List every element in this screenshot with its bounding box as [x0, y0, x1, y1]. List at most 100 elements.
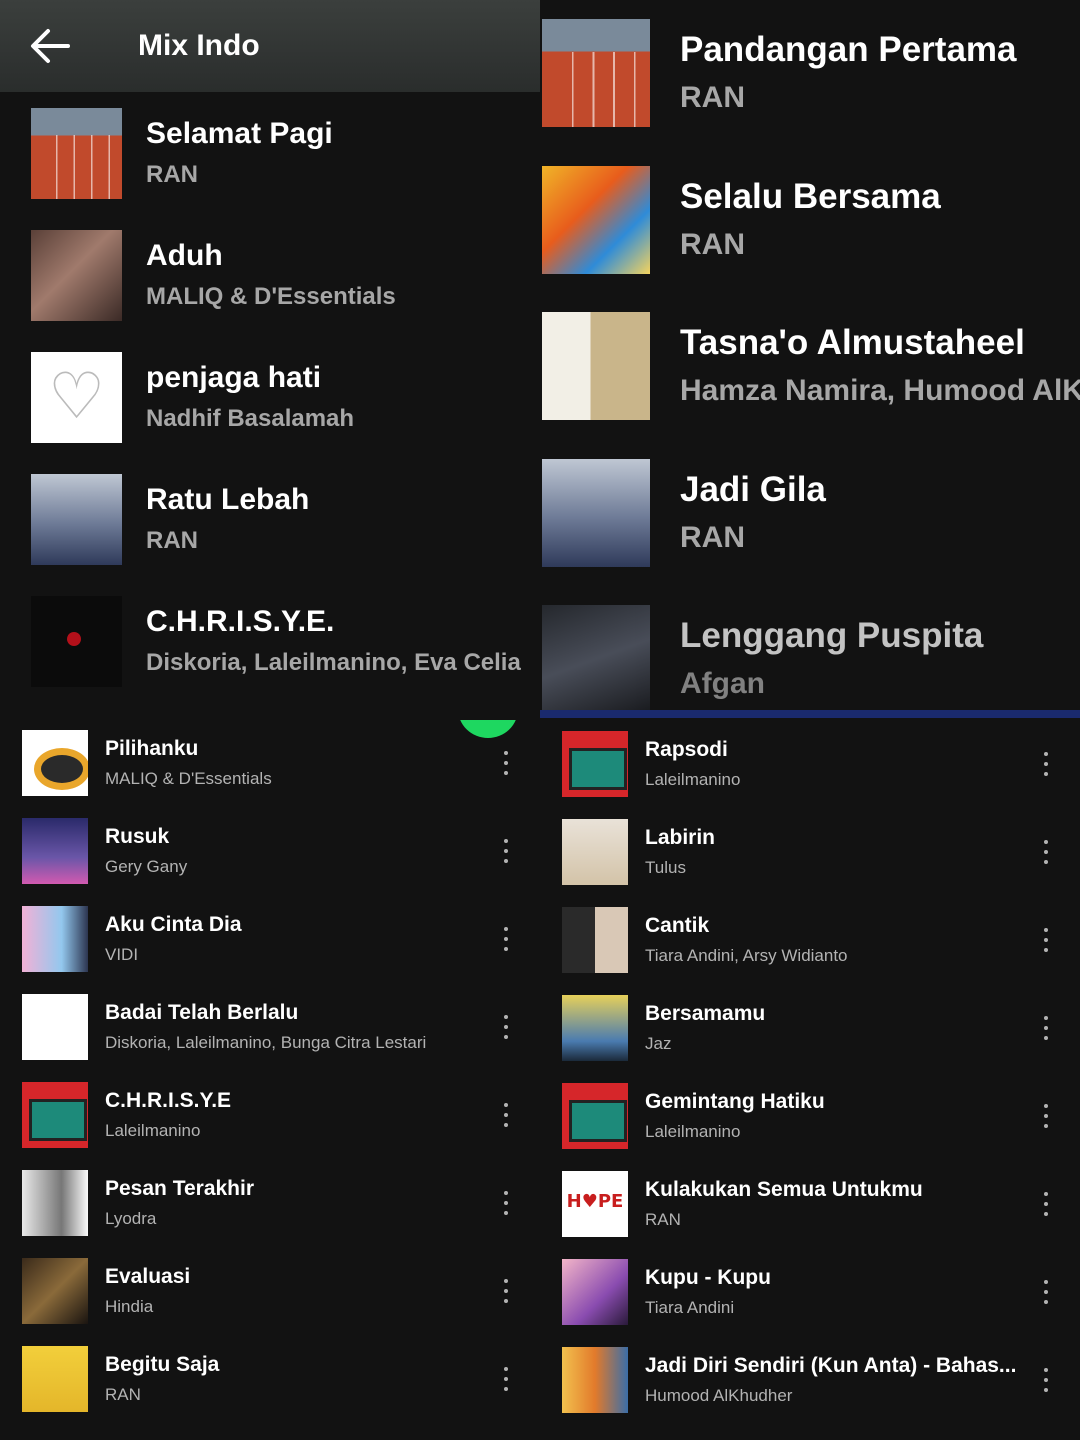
- album-art: [22, 1346, 88, 1412]
- more-vertical-icon[interactable]: [500, 1187, 512, 1219]
- dot: [504, 1113, 508, 1117]
- more-vertical-icon[interactable]: [500, 835, 512, 867]
- track-info: Aduh MALIQ & D'Essentials: [146, 236, 396, 314]
- track-title: Tasna'o Almustaheel: [680, 323, 1025, 363]
- album-art: [31, 595, 122, 687]
- track-row[interactable]: Lenggang Puspita Afgan: [540, 586, 1080, 720]
- track-info: penjaga hati Nadhif Basalamah: [146, 358, 354, 436]
- dot: [504, 839, 508, 843]
- track-artist: RAN: [680, 81, 745, 115]
- track-row[interactable]: Labirin Tulus: [540, 808, 1080, 896]
- album-art: [562, 819, 628, 885]
- track-row[interactable]: C.H.R.I.S.Y.E Laleilmanino: [0, 1071, 540, 1159]
- track-row[interactable]: Pandangan Pertama RAN: [540, 0, 1080, 147]
- track-row[interactable]: Rusuk Gery Gany: [0, 807, 540, 895]
- more-vertical-icon[interactable]: [500, 923, 512, 955]
- track-artist: VIDI: [105, 945, 139, 964]
- track-info: Begitu Saja RAN: [105, 1351, 475, 1407]
- track-title: Aduh: [146, 239, 223, 272]
- dot: [1044, 860, 1048, 864]
- more-vertical-icon[interactable]: [500, 747, 512, 779]
- dot: [504, 937, 508, 941]
- track-row[interactable]: Begitu Saja RAN: [0, 1335, 540, 1423]
- more-vertical-icon[interactable]: [500, 1099, 512, 1131]
- album-art: [22, 1170, 88, 1236]
- track-row[interactable]: Gemintang Hatiku Laleilmanino: [540, 1072, 1080, 1160]
- track-info: Tasna'o Almustaheel Hamza Namira, Humood …: [680, 321, 1080, 411]
- track-list: Rapsodi Laleilmanino Labirin Tulus Cantik Tia…: [540, 720, 1080, 1424]
- track-list: Selamat Pagi RAN Aduh MALIQ & D'Essentials p…: [0, 92, 540, 702]
- track-row[interactable]: Pilihanku MALIQ & D'Essentials: [0, 720, 540, 807]
- back-button[interactable]: [0, 0, 100, 92]
- dot: [504, 1211, 508, 1215]
- album-art: [542, 458, 650, 567]
- album-art: [542, 19, 650, 128]
- track-row[interactable]: Evaluasi Hindia: [0, 1247, 540, 1335]
- track-info: Kulakukan Semua Untukmu RAN: [645, 1176, 1020, 1232]
- track-row[interactable]: Badai Telah Berlalu Diskoria, Laleilmanin…: [0, 983, 540, 1071]
- track-row[interactable]: Aku Cinta Dia VIDI: [0, 895, 540, 983]
- track-title: Lenggang Puspita: [680, 616, 984, 656]
- track-row[interactable]: penjaga hati Nadhif Basalamah: [0, 336, 540, 458]
- more-vertical-icon[interactable]: [1040, 1364, 1052, 1396]
- more-vertical-icon[interactable]: [500, 1363, 512, 1395]
- track-artist: RAN: [680, 520, 745, 554]
- more-vertical-icon[interactable]: [1040, 924, 1052, 956]
- album-art: [562, 907, 628, 973]
- track-title: Cantik: [645, 914, 710, 937]
- track-title: Gemintang Hatiku: [645, 1090, 825, 1113]
- dot: [504, 1103, 508, 1107]
- track-row[interactable]: Bersamamu Jaz: [540, 984, 1080, 1072]
- track-row[interactable]: Rapsodi Laleilmanino: [540, 720, 1080, 808]
- more-vertical-icon[interactable]: [1040, 748, 1052, 780]
- track-artist: Tulus: [645, 858, 686, 877]
- dot: [1044, 1290, 1048, 1294]
- track-row[interactable]: Tasna'o Almustaheel Hamza Namira, Humood …: [540, 293, 1080, 440]
- more-vertical-icon[interactable]: [500, 1011, 512, 1043]
- more-vertical-icon[interactable]: [500, 1275, 512, 1307]
- track-row[interactable]: Selamat Pagi RAN: [0, 92, 540, 214]
- dot: [504, 859, 508, 863]
- dot: [1044, 762, 1048, 766]
- track-info: Cantik Tiara Andini, Arsy Widianto: [645, 912, 1020, 968]
- track-row[interactable]: Selalu Bersama RAN: [540, 147, 1080, 294]
- dot: [1044, 1016, 1048, 1020]
- more-vertical-icon[interactable]: [1040, 1100, 1052, 1132]
- track-artist: Tiara Andini, Arsy Widianto: [645, 946, 848, 965]
- track-row[interactable]: C.H.R.I.S.Y.E. Diskoria, Laleilmanino, Ev…: [0, 580, 540, 702]
- more-vertical-icon[interactable]: [1040, 1276, 1052, 1308]
- track-row[interactable]: Jadi Diri Sendiri (Kun Anta) - Bahas... H…: [540, 1336, 1080, 1424]
- track-info: Selalu Bersama RAN: [680, 175, 941, 265]
- track-artist: RAN: [105, 1385, 141, 1404]
- track-title: C.H.R.I.S.Y.E.: [146, 605, 335, 638]
- track-row[interactable]: Jadi Gila RAN: [540, 440, 1080, 587]
- dot: [504, 1377, 508, 1381]
- album-art: [22, 730, 88, 796]
- track-title: penjaga hati: [146, 361, 322, 394]
- more-vertical-icon[interactable]: [1040, 836, 1052, 868]
- track-row[interactable]: Pesan Terakhir Lyodra: [0, 1159, 540, 1247]
- dot: [1044, 928, 1048, 932]
- recommended-panel: Rapsodi Laleilmanino Labirin Tulus Cantik Tia…: [540, 720, 1080, 1440]
- track-list: Pandangan Pertama RAN Selalu Bersama RAN Tas…: [540, 0, 1080, 720]
- album-art: [31, 351, 122, 443]
- dot: [504, 1025, 508, 1029]
- track-title: Evaluasi: [105, 1265, 191, 1288]
- mix-indo-panel: Mix Indo Selamat Pagi RAN Aduh MALIQ & D'Es…: [0, 0, 540, 720]
- track-row[interactable]: Cantik Tiara Andini, Arsy Widianto: [540, 896, 1080, 984]
- track-info: Selamat Pagi RAN: [146, 114, 333, 192]
- track-row[interactable]: Ratu Lebah RAN: [0, 458, 540, 580]
- dot: [1044, 1026, 1048, 1030]
- dot: [1044, 1212, 1048, 1216]
- dot: [504, 761, 508, 765]
- dot: [1044, 1104, 1048, 1108]
- more-vertical-icon[interactable]: [1040, 1188, 1052, 1220]
- dot: [1044, 1368, 1048, 1372]
- track-title: Rusuk: [105, 825, 170, 848]
- track-info: Evaluasi Hindia: [105, 1263, 475, 1319]
- track-row[interactable]: Aduh MALIQ & D'Essentials: [0, 214, 540, 336]
- track-row[interactable]: Kulakukan Semua Untukmu RAN: [540, 1160, 1080, 1248]
- dot: [504, 1123, 508, 1127]
- track-row[interactable]: Kupu - Kupu Tiara Andini: [540, 1248, 1080, 1336]
- more-vertical-icon[interactable]: [1040, 1012, 1052, 1044]
